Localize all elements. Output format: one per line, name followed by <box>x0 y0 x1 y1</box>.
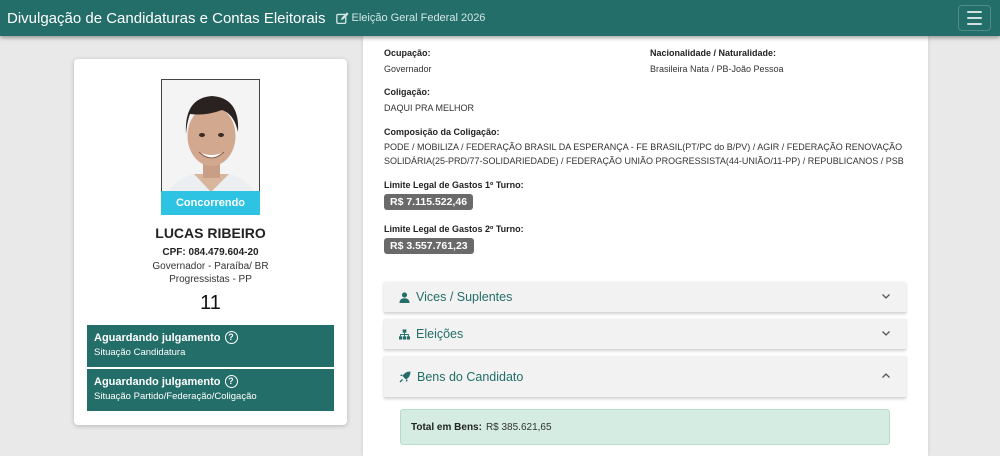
top-navbar: Divulgação de Candidaturas e Contas Elei… <box>0 0 1000 36</box>
person-icon <box>399 291 410 303</box>
candidate-number: 11 <box>200 292 221 314</box>
accordion-title: Eleições <box>416 327 464 341</box>
occupation-value: Governador <box>384 64 432 74</box>
total-assets-value: R$ 385.621,65 <box>485 421 552 433</box>
spending-limit-1-label: Limite Legal de Gastos 1º Turno: <box>384 180 524 190</box>
edit-icon <box>335 11 349 24</box>
spending-limit-2-label: Limite Legal de Gastos 2º Turno: <box>384 224 524 234</box>
nationality-label: Nacionalidade / Naturalidade: <box>650 48 777 58</box>
candidate-card: Concorrendo LUCAS RIBEIRO CPF: 084.479.6… <box>74 59 347 425</box>
total-assets-box: Total em Bens: R$ 385.621,65 <box>400 409 890 445</box>
sitemap-icon <box>399 328 410 340</box>
coalition-composition-line: PODE / MOBILIZA / FEDERAÇÃO BRASIL DA ES… <box>384 142 903 152</box>
spending-limit-1-value: R$ 7.115.522,46 <box>384 194 474 210</box>
candidate-name: LUCAS RIBEIRO <box>155 225 266 241</box>
candidate-office: Governador - Paraíba/ BR <box>152 261 269 272</box>
app-title[interactable]: Divulgação de Candidaturas e Contas Elei… <box>7 10 326 27</box>
candidate-party: Progressistas - PP <box>169 274 252 285</box>
election-name: Eleição Geral Federal 2026 <box>351 12 486 24</box>
chevron-up-icon <box>882 373 890 378</box>
situation-title: Aguardando julgamento <box>94 375 221 388</box>
coalition-composition-line: SOLIDÁRIA(25-PRD/77-SOLIDARIEDADE) / FED… <box>384 156 904 166</box>
election-selector[interactable]: Eleição Geral Federal 2026 <box>335 11 486 25</box>
help-icon[interactable]: ? <box>224 375 238 388</box>
candidacy-status-badge: Concorrendo <box>161 191 260 215</box>
occupation-label: Ocupação: <box>384 48 431 58</box>
accordion-eleicoes[interactable]: Eleições <box>384 319 906 350</box>
situation-subtitle: Situação Candidatura <box>94 347 186 358</box>
situation-subtitle: Situação Partido/Federação/Coligação <box>94 391 257 402</box>
help-icon[interactable]: ? <box>224 331 238 344</box>
hamburger-menu-icon[interactable] <box>958 5 991 31</box>
coalition-value: DAQUI PRA MELHOR <box>384 103 475 113</box>
candidate-cpf: CPF: 084.479.604-20 <box>162 247 259 258</box>
chevron-down-icon <box>882 331 890 336</box>
accordion-title: Bens do Candidato <box>417 369 524 384</box>
party-situation-box: Aguardando julgamento ? Situação Partido… <box>87 369 334 411</box>
rocket-icon <box>399 371 411 382</box>
accordion-bens-do-candidato[interactable]: Bens do Candidato <box>384 356 906 398</box>
accordion-title: Vices / Suplentes <box>416 290 513 304</box>
candidate-details-panel: Ocupação: Governador Nacionalidade / Nat… <box>363 30 928 456</box>
coalition-composition-label: Composição da Coligação: <box>384 127 500 137</box>
situation-title: Aguardando julgamento <box>94 331 221 344</box>
spending-limit-2-value: R$ 3.557.761,23 <box>384 238 474 254</box>
total-assets-label: Total em Bens: <box>411 421 482 433</box>
nationality-value: Brasileira Nata / PB-João Pessoa <box>650 64 784 74</box>
accordion-vices-suplentes[interactable]: Vices / Suplentes <box>384 282 906 313</box>
candidacy-situation-box: Aguardando julgamento ? Situação Candida… <box>87 325 334 367</box>
coalition-label: Coligação: <box>384 87 431 97</box>
chevron-down-icon <box>882 294 890 299</box>
